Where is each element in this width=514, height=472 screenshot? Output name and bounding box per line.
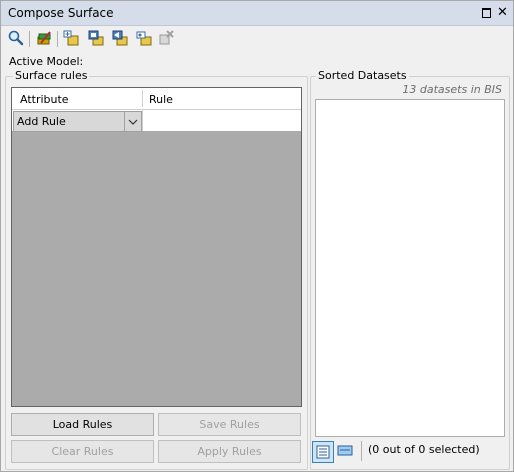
close-icon[interactable]: ✕	[497, 6, 508, 19]
rule-column-header[interactable]: Rule	[149, 93, 173, 106]
title-bar: Compose Surface ✕	[1, 1, 513, 26]
dataset-key-icon[interactable]	[135, 29, 153, 47]
active-model-label: Active Model:	[9, 55, 84, 68]
dataset-count-text: 13 datasets in BIS	[402, 83, 502, 96]
dataset-remove-icon	[157, 29, 175, 47]
toolbar-separator	[29, 31, 30, 47]
toolbar	[5, 29, 205, 49]
grid-header: Attribute Rule	[12, 88, 301, 110]
attribute-dropdown-value: Add Rule	[17, 115, 66, 128]
load-rules-button[interactable]: Load Rules	[11, 413, 154, 436]
dataset-add-icon[interactable]	[63, 29, 81, 47]
window-title: Compose Surface	[8, 6, 114, 20]
surface-rules-label: Surface rules	[13, 69, 90, 82]
rule-cell[interactable]	[142, 110, 301, 131]
status-separator	[361, 441, 362, 461]
list-view-icon[interactable]	[312, 441, 334, 463]
attribute-dropdown[interactable]: Add Rule	[13, 111, 142, 132]
dataset-stack-icon[interactable]	[87, 29, 105, 47]
restore-icon[interactable]	[481, 7, 492, 18]
detail-view-icon[interactable]	[335, 441, 355, 461]
compose-surface-window: Compose Surface ✕ Active Model: Surface	[0, 0, 514, 472]
save-rules-button[interactable]: Save Rules	[158, 413, 301, 436]
toolbar-separator	[57, 31, 58, 47]
clear-rules-button[interactable]: Clear Rules	[11, 440, 154, 463]
dataset-move-icon[interactable]	[111, 29, 129, 47]
selection-status: (0 out of 0 selected)	[368, 443, 480, 456]
search-icon[interactable]	[7, 29, 25, 47]
attribute-column-header[interactable]: Attribute	[20, 93, 69, 106]
table-row: Add Rule	[12, 110, 301, 132]
sorted-datasets-label: Sorted Datasets	[316, 69, 409, 82]
apply-rules-button[interactable]: Apply Rules	[158, 440, 301, 463]
chevron-down-icon[interactable]	[124, 112, 141, 131]
column-divider[interactable]	[142, 90, 143, 107]
surface-rules-grid[interactable]: Attribute Rule Add Rule	[11, 87, 302, 407]
edit-rules-icon[interactable]	[35, 29, 53, 47]
dataset-list[interactable]	[315, 99, 505, 437]
